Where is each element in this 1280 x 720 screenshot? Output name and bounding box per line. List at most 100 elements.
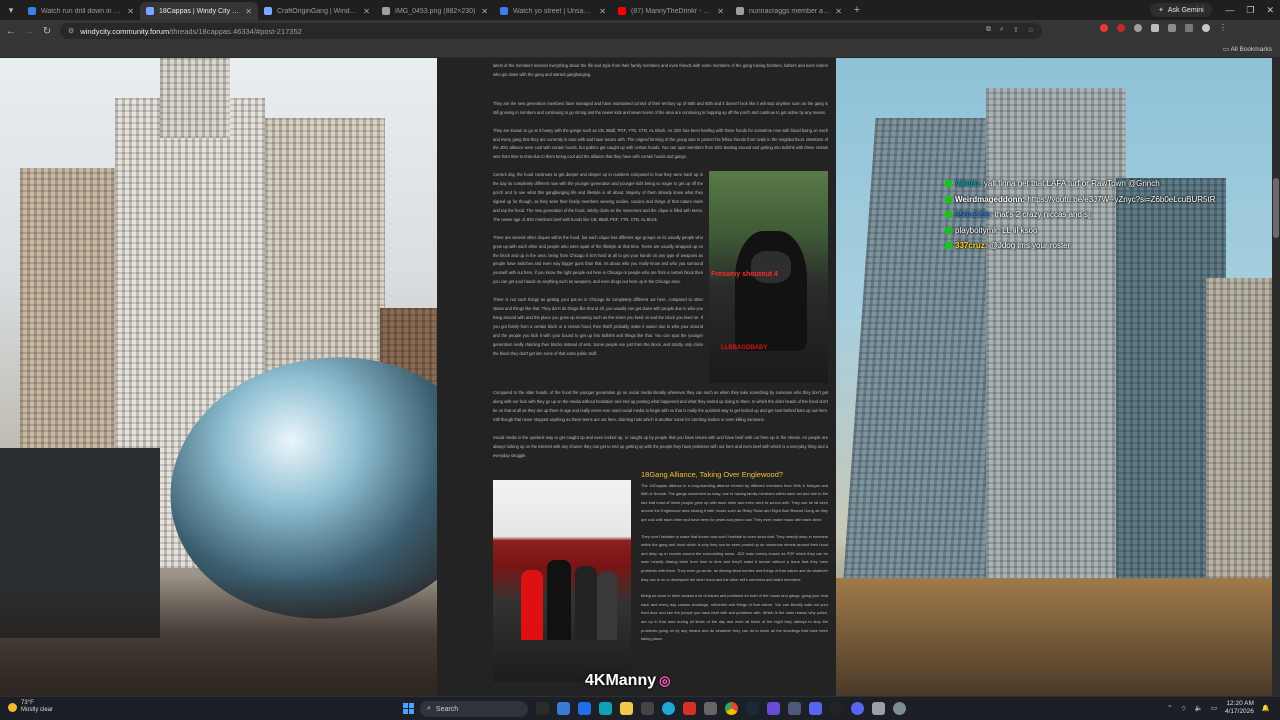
weather-condition: Mostly clear bbox=[21, 707, 54, 713]
tab-list: Watch run drill down in some chi✕18Cappa… bbox=[22, 0, 848, 20]
browser-tab[interactable]: Watch run drill down in some chi ✕ bbox=[22, 2, 140, 20]
app-icon-dark[interactable] bbox=[641, 702, 654, 715]
tab-title: Watch run drill down in some chi bbox=[41, 7, 122, 15]
tab-favicon-icon bbox=[618, 7, 626, 15]
scroll-thumb[interactable] bbox=[1273, 178, 1279, 238]
taskbar-search[interactable]: ⌕ Search bbox=[420, 701, 528, 717]
steam-icon[interactable] bbox=[746, 702, 759, 715]
app-icon-gray[interactable] bbox=[704, 702, 717, 715]
extension-box-icon[interactable] bbox=[1151, 24, 1159, 32]
all-bookmarks-button[interactable]: ▭ All Bookmarks bbox=[1223, 45, 1272, 53]
maximize-icon[interactable]: ❐ bbox=[1246, 5, 1254, 16]
tab-search-icon[interactable]: ▾ bbox=[0, 0, 22, 20]
chat-badge-icon bbox=[945, 226, 952, 234]
tab-close-icon[interactable]: ✕ bbox=[363, 7, 370, 16]
tab-title: IMG_0453.png (882×230) bbox=[395, 7, 476, 15]
app-icon-slate[interactable] bbox=[788, 702, 801, 715]
extensions-puzzle-icon[interactable] bbox=[1168, 24, 1176, 32]
chat-badge-icon bbox=[945, 180, 952, 187]
browser-tab[interactable]: Watch yo street | Unsanctioned ✕ bbox=[494, 2, 612, 20]
app-icon-indigo[interactable] bbox=[809, 702, 822, 715]
group-photo[interactable] bbox=[493, 479, 631, 682]
app-icon-x[interactable] bbox=[830, 702, 843, 715]
copilot-icon[interactable] bbox=[557, 702, 570, 715]
side-panel-icon[interactable] bbox=[1185, 24, 1193, 32]
chat-message: 556n223s: that's 2 crazy niccas and sj bbox=[945, 207, 1265, 223]
tab-close-icon[interactable]: ✕ bbox=[835, 7, 842, 16]
settings-icon[interactable] bbox=[893, 702, 906, 715]
browser-tab[interactable]: (87) MannyTheDrinkr - YouTube ✕ bbox=[612, 2, 730, 20]
discord-icon[interactable] bbox=[851, 702, 864, 715]
forum-post: latest of the members learned everything… bbox=[437, 58, 836, 696]
chat-badge-icon bbox=[945, 211, 952, 218]
tab-title: (87) MannyTheDrinkr - YouTube bbox=[631, 7, 712, 15]
page-scrollbar[interactable] bbox=[1272, 58, 1280, 696]
clock[interactable]: 12:20 AM 4/17/2026 bbox=[1225, 700, 1254, 716]
tab-close-icon[interactable]: ✕ bbox=[127, 7, 134, 16]
tab-close-icon[interactable]: ✕ bbox=[599, 7, 606, 16]
weather-icon bbox=[8, 702, 17, 712]
ask-gemini-button[interactable]: ✦ Ask Gemini bbox=[1150, 3, 1212, 17]
forward-icon[interactable]: → bbox=[20, 26, 38, 37]
new-tab-button[interactable]: + bbox=[848, 4, 866, 16]
chrome-icon[interactable] bbox=[725, 702, 738, 715]
share-icon[interactable]: ⇪ bbox=[1013, 26, 1019, 34]
gemini-icon: ✦ bbox=[1158, 7, 1164, 14]
chat-username: Weirdmageddonn: bbox=[955, 194, 1026, 204]
file-explorer-icon[interactable] bbox=[536, 702, 549, 715]
install-icon[interactable]: ⧉ bbox=[986, 26, 991, 34]
volume-icon[interactable]: 🔈 bbox=[1195, 704, 1203, 712]
app-icon-red[interactable] bbox=[683, 702, 696, 715]
extension-gray-icon[interactable] bbox=[1134, 24, 1142, 32]
url-path: /threads/18cappas.46334/#post-217352 bbox=[169, 26, 302, 36]
start-button[interactable] bbox=[403, 703, 414, 714]
extension-red-icon[interactable] bbox=[1100, 24, 1108, 32]
site-info-icon[interactable]: ⚙ bbox=[68, 27, 74, 35]
section-body: The 18Cappas alliance is a long-standing… bbox=[641, 482, 828, 652]
back-icon[interactable]: ← bbox=[2, 26, 20, 37]
reload-icon[interactable]: ↻ bbox=[38, 26, 56, 37]
browser-tab[interactable]: 18Cappas | Windy City Roleplay ✕ bbox=[140, 2, 258, 20]
tab-close-icon[interactable]: ✕ bbox=[481, 7, 488, 16]
chat-username: Vjkhdu: bbox=[955, 179, 982, 188]
battery-icon[interactable]: ▭ bbox=[1211, 704, 1217, 712]
search-icon: ⌕ bbox=[427, 705, 431, 712]
network-icon[interactable]: ⌔ bbox=[1181, 704, 1187, 713]
weather-widget[interactable]: 73°F Mostly clear bbox=[8, 700, 53, 714]
browser-tab[interactable]: IMG_0453.png (882×230) ✕ bbox=[376, 2, 494, 20]
bookmark-star-icon[interactable]: ☆ bbox=[1028, 26, 1034, 34]
address-bar[interactable]: ⚙ windycity.community.forum/threads/18ca… bbox=[60, 23, 1042, 39]
tab-favicon-icon bbox=[146, 7, 154, 15]
extension-stop-icon[interactable] bbox=[1117, 24, 1125, 32]
minimize-icon[interactable]: — bbox=[1225, 5, 1234, 15]
app-icon-lightgray[interactable] bbox=[872, 702, 885, 715]
tab-close-icon[interactable]: ✕ bbox=[245, 7, 252, 16]
folder-icon[interactable] bbox=[620, 702, 633, 715]
tray-chevron-icon[interactable]: ⌃ bbox=[1167, 704, 1172, 712]
notifications-icon[interactable]: 🔔 bbox=[1262, 704, 1270, 712]
close-window-icon[interactable]: ✕ bbox=[1266, 5, 1274, 16]
app-icon-blue[interactable] bbox=[578, 702, 591, 715]
zoom-icon[interactable]: ⌕ bbox=[1000, 26, 1004, 34]
extensions-area: ⋮ bbox=[1100, 24, 1227, 32]
tab-close-icon[interactable]: ✕ bbox=[717, 7, 724, 16]
menu-icon[interactable]: ⋮ bbox=[1219, 24, 1227, 32]
profile-avatar[interactable] bbox=[1202, 24, 1210, 32]
tab-title: Watch yo street | Unsanctioned bbox=[513, 7, 594, 15]
chat-username: 556n223s: bbox=[955, 210, 993, 219]
watermark-text: 4KManny bbox=[585, 672, 657, 689]
chat-text: LL lil ksoo bbox=[1002, 225, 1038, 235]
edge-icon[interactable] bbox=[662, 702, 675, 715]
browser-tab[interactable]: nunnacraggs member app ✕ bbox=[730, 2, 848, 20]
app-icon-teal[interactable] bbox=[599, 702, 612, 715]
screen: ▾ Watch run drill down in some chi✕18Cap… bbox=[0, 0, 1280, 720]
post-paragraph: They are the new generation members have… bbox=[493, 100, 828, 115]
app-icon-purple[interactable] bbox=[767, 702, 780, 715]
hooded-person-photo[interactable]: Fresomy shoutout 4 LLBBAGDBABY bbox=[709, 171, 828, 384]
tab-title: CraftOriginGang | Windy City Ro bbox=[277, 7, 358, 15]
photo-caption-red: Fresomy shoutout 4 bbox=[711, 271, 778, 279]
all-bookmarks-label: All Bookmarks bbox=[1230, 46, 1272, 53]
tab-favicon-icon bbox=[28, 7, 36, 15]
browser-tab[interactable]: CraftOriginGang | Windy City Ro ✕ bbox=[258, 2, 376, 20]
tab-strip: ▾ Watch run drill down in some chi✕18Cap… bbox=[0, 0, 1280, 20]
